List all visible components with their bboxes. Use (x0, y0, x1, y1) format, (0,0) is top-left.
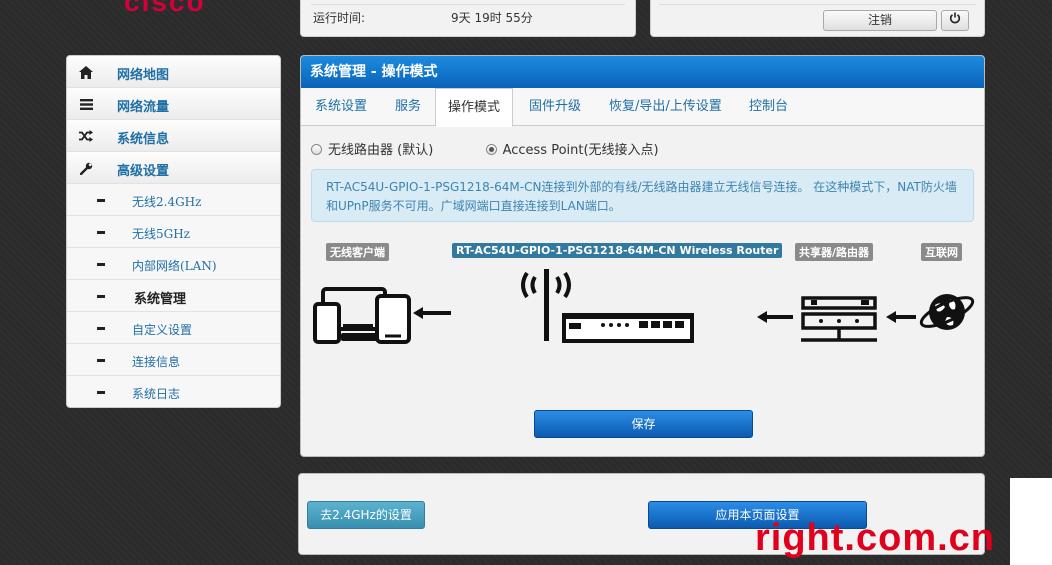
mode-selector: 无线路由器 (默认) Access Point(无线接入点) (311, 139, 659, 158)
watermark-bg (1010, 478, 1052, 565)
uptime-label: 运行时间: (313, 11, 366, 25)
shared-router-label: 共享器/路由器 (795, 243, 874, 261)
sidebar-subitem-lan[interactable]: 内部网络(LAN) (67, 248, 280, 280)
sidebar-item-network-map[interactable]: 网络地图 (67, 56, 280, 88)
sidebar-subitem-wireless-5[interactable]: 无线5GHz (67, 216, 280, 248)
dash-icon (97, 391, 105, 394)
brand-logo: cisco (124, 0, 206, 17)
sidebar-item-label: 网络地图 (117, 68, 170, 83)
dash-icon (97, 327, 105, 330)
watermark: right.com.cn (755, 517, 996, 559)
dash-icon (97, 295, 105, 298)
wireless-clients-icon (313, 287, 411, 344)
shared-router-icon (801, 296, 877, 342)
divider (311, 4, 625, 5)
tab-console[interactable]: 控制台 (749, 88, 788, 126)
radio-router[interactable] (311, 144, 322, 155)
sidebar-item-label: 网络流量 (117, 100, 170, 115)
sidebar-subitem-label: 系统管理 (134, 292, 187, 307)
sidebar-subitem-customize[interactable]: 自定义设置 (67, 312, 280, 344)
home-icon (78, 65, 94, 79)
dash-icon (97, 263, 105, 266)
sidebar-subitem-label: 自定义设置 (132, 323, 193, 337)
arrow-left-icon (757, 311, 793, 323)
mode-option-router[interactable]: 无线路由器 (默认) (311, 143, 433, 158)
sidebar-item-label: 系统信息 (117, 132, 170, 147)
dash-icon (97, 231, 105, 234)
power-icon[interactable] (941, 10, 969, 31)
tab-bar: 系统设置 服务 操作模式 固件升级 恢复/导出/上传设置 控制台 (301, 88, 984, 127)
sidebar-subitem-wireless-24[interactable]: 无线2.4GHz (67, 184, 280, 216)
list-icon (78, 97, 94, 111)
operation-mode-panel: 系统管理 - 操作模式 系统设置 服务 操作模式 固件升级 恢复/导出/上传设置… (300, 55, 985, 457)
sidebar-subitem-administration[interactable]: 系统管理 (67, 280, 280, 312)
mode-option-label: Access Point(无线接入点) (502, 143, 659, 158)
divider (659, 4, 976, 5)
topology-diagram: 无线客户端 RT-AC54U-GPIO-1-PSG1218-64M-CN Wir… (301, 241, 984, 351)
sidebar-subitem-label: 无线5GHz (132, 227, 191, 241)
mode-option-label: 无线路由器 (默认) (328, 143, 434, 158)
goto-24ghz-button[interactable]: 去2.4GHz的设置 (307, 501, 425, 529)
arrow-left-icon (413, 307, 451, 319)
globe-icon (919, 294, 975, 330)
sidebar-subitem-label: 内部网络(LAN) (132, 259, 217, 273)
tab-restore-settings[interactable]: 恢复/导出/上传设置 (609, 88, 722, 126)
tab-services[interactable]: 服务 (395, 88, 421, 126)
page-title: 系统管理 - 操作模式 (301, 56, 984, 88)
wrench-icon (78, 161, 94, 175)
sidebar-subitem-label: 无线2.4GHz (132, 195, 202, 209)
mode-option-ap[interactable]: Access Point(无线接入点) (485, 143, 659, 158)
save-button[interactable]: 保存 (534, 410, 753, 438)
tab-system-settings[interactable]: 系统设置 (315, 88, 367, 126)
account-box: 注销 (650, 0, 985, 37)
sidebar-item-advanced[interactable]: 高级设置 (67, 152, 280, 184)
sidebar-item-system-info[interactable]: 系统信息 (67, 120, 280, 152)
mode-description: RT-AC54U-GPIO-1-PSG1218-64M-CN连接到外部的有线/无… (311, 169, 974, 222)
sidebar-subitem-connections[interactable]: 连接信息 (67, 344, 280, 376)
router-icon (521, 269, 694, 343)
tab-operation-mode[interactable]: 操作模式 (435, 88, 514, 127)
arrow-left-icon (886, 311, 916, 323)
tab-firmware-upgrade[interactable]: 固件升级 (529, 88, 581, 126)
sidebar-subitem-label: 连接信息 (132, 355, 181, 369)
shuffle-icon (78, 129, 94, 143)
logout-button[interactable]: 注销 (823, 10, 937, 31)
sidebar: 网络地图 网络流量 系统信息 高级设置 无线2.4GHz 无线5GHz 内部网络… (66, 55, 281, 408)
uptime-value: 9天 19时 55分 (451, 11, 533, 25)
radio-ap[interactable] (485, 144, 497, 155)
sidebar-subitem-syslog[interactable]: 系统日志 (67, 376, 280, 407)
router-label: RT-AC54U-GPIO-1-PSG1218-64M-CN Wireless … (452, 243, 783, 258)
dash-icon (97, 359, 105, 362)
sidebar-item-label: 高级设置 (117, 164, 170, 179)
internet-label: 互联网 (921, 243, 962, 261)
dash-icon (97, 199, 105, 202)
sidebar-subitem-label: 系统日志 (132, 387, 181, 401)
status-box: 运行时间: 9天 19时 55分 (300, 0, 636, 37)
clients-label: 无线客户端 (326, 243, 389, 261)
sidebar-item-traffic[interactable]: 网络流量 (67, 88, 280, 120)
